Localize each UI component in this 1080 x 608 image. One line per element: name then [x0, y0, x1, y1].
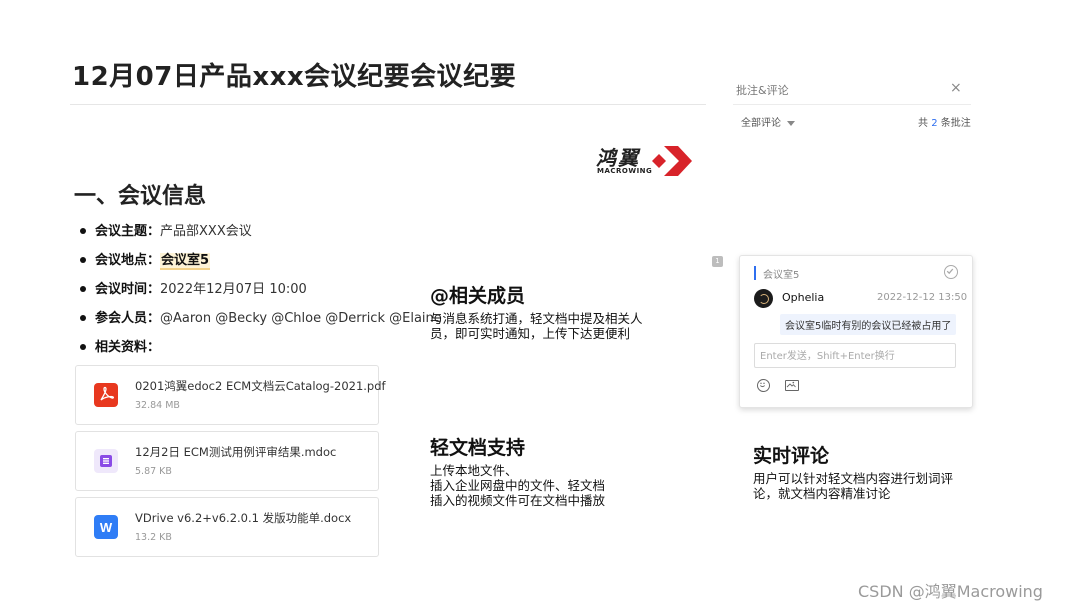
logo-mark-icon [652, 146, 692, 176]
feature-description-line: 插入企业网盘中的文件、轻文档 [430, 478, 606, 493]
info-label: 会议地点： [95, 253, 161, 268]
info-value: 2022年12月07日 10:00 [160, 282, 307, 297]
bullet-icon [80, 314, 86, 321]
info-label: 会议主题： [95, 224, 161, 239]
comment-count: 共 2 条批注 [918, 114, 971, 129]
comment-card: 会议室5 Ophelia 2022-12-12 13:50 会议室5临时有别的会… [739, 255, 973, 408]
watermark-text: CSDN @鸿翼Macrowing [858, 582, 1043, 601]
reply-input[interactable]: Enter发送，Shift+Enter换行 [754, 343, 956, 368]
quote-bar [754, 266, 756, 280]
logo-subtitle: MACROWING [597, 167, 653, 175]
title-divider [70, 104, 706, 105]
file-size: 5.87 KB [135, 466, 172, 477]
attachment-card-docx[interactable]: W VDrive v6.2+v6.2.0.1 发版功能单.docx 13.2 K… [75, 497, 379, 557]
info-item-location: 会议地点：会议室5 [80, 249, 420, 278]
document-title: 12月07日产品xxx会议纪要会议纪要 [72, 62, 517, 92]
meeting-info-list: 会议主题：产品部XXX会议 会议地点：会议室5 会议时间：2022年12月07日… [80, 220, 442, 365]
attachment-card-mdoc[interactable]: 12月2日 ECM测试用例评审结果.mdoc 5.87 KB [75, 431, 379, 491]
count-number: 2 [931, 118, 938, 129]
pdf-icon [94, 383, 118, 407]
file-size: 13.2 KB [135, 532, 172, 543]
comments-panel-title: 批注&评论 [736, 84, 789, 97]
resolve-check-icon[interactable] [944, 265, 958, 279]
count-prefix: 共 [918, 118, 928, 129]
panel-divider [733, 104, 971, 105]
macrowing-logo: 鸿翼 MACROWING [596, 142, 696, 182]
feature-description-line: 上传本地文件、 [430, 463, 518, 478]
info-item-materials: 相关资料： [80, 336, 420, 365]
bullet-icon [80, 285, 86, 292]
feature-description: 用户可以针对轻文档内容进行划词评论，就文档内容精准讨论 [753, 471, 954, 501]
feature-realtime-comments: 实时评论 用户可以针对轻文档内容进行划词评论，就文档内容精准讨论 [753, 441, 968, 501]
image-icon[interactable] [785, 380, 799, 391]
file-size: 32.84 MB [135, 400, 180, 411]
comment-text: 会议室5临时有别的会议已经被占用了 [780, 314, 957, 335]
info-label: 参会人员： [95, 311, 161, 326]
chevron-down-icon [787, 120, 795, 126]
info-item-time: 会议时间：2022年12月07日 10:00 [80, 278, 420, 307]
comment-author: Ophelia [782, 291, 825, 304]
filter-label: 全部评论 [741, 118, 781, 129]
feature-lightdoc: 轻文档支持 上传本地文件、 插入企业网盘中的文件、轻文档 插入的视频文件可在文档… [430, 433, 650, 508]
emoji-icon[interactable] [757, 379, 770, 392]
feature-mentions: @相关成员 与消息系统打通，轻文档中提及相关人员，即可实时通知，上传下达更便利 [430, 281, 645, 341]
file-name: VDrive v6.2+v6.2.0.1 发版功能单.docx [135, 511, 352, 525]
comment-marker-icon[interactable]: 1 [712, 256, 723, 267]
file-name: 12月2日 ECM测试用例评审结果.mdoc [135, 445, 337, 459]
info-label: 相关资料： [95, 340, 161, 355]
attachment-card-pdf[interactable]: 0201鸿翼edoc2 ECM文档云Catalog-2021.pdf 32.84… [75, 365, 386, 425]
info-item-topic: 会议主题：产品部XXX会议 [80, 220, 420, 249]
svg-text:W: W [100, 520, 113, 535]
count-suffix: 条批注 [940, 118, 971, 129]
commented-text-highlight[interactable]: 会议室5 [160, 253, 211, 270]
bullet-icon [80, 227, 86, 234]
feature-title: 实时评论 [753, 445, 830, 467]
info-label: 会议时间： [95, 282, 161, 297]
word-icon: W [94, 515, 118, 539]
section-heading: 一、会议信息 [74, 184, 207, 209]
avatar [754, 289, 773, 308]
bullet-icon [80, 256, 86, 263]
feature-title: @相关成员 [430, 285, 526, 307]
quoted-text[interactable]: 会议室5 [763, 266, 799, 281]
attendee-mentions[interactable]: @Aaron @Becky @Chloe @Derrick @Elaine [160, 311, 442, 326]
comment-timestamp: 2022-12-12 13:50 [877, 292, 968, 303]
close-icon[interactable]: × [950, 80, 962, 96]
file-name: 0201鸿翼edoc2 ECM文档云Catalog-2021.pdf [135, 379, 386, 393]
feature-description: 与消息系统打通，轻文档中提及相关人员，即可实时通知，上传下达更便利 [430, 311, 643, 341]
feature-description-line: 插入的视频文件可在文档中播放 [430, 493, 606, 508]
comment-filter-dropdown[interactable]: 全部评论 [741, 114, 795, 129]
info-item-attendees: 参会人员：@Aaron @Becky @Chloe @Derrick @Elai… [80, 307, 442, 336]
feature-title: 轻文档支持 [430, 437, 526, 459]
bullet-icon [80, 343, 86, 350]
info-value: 产品部XXX会议 [160, 224, 252, 239]
mdoc-icon [94, 449, 118, 473]
